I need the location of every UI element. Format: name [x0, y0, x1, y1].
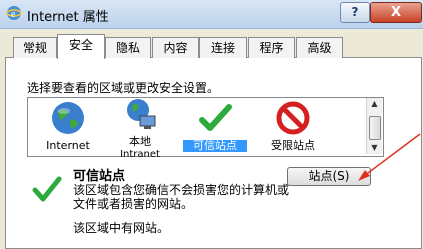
check-icon: [199, 104, 232, 131]
window-title: Internet 属性: [27, 10, 109, 25]
tab-advanced[interactable]: 高级: [296, 37, 343, 58]
zone-internet[interactable]: Internet: [38, 100, 98, 152]
scroll-up-icon[interactable]: ▲: [367, 98, 382, 110]
tab-security[interactable]: 安全: [57, 34, 105, 59]
zone-trusted-label: 可信站点: [183, 140, 247, 152]
svg-text:e: e: [11, 9, 16, 20]
zone-restricted-label: 受限站点: [271, 139, 315, 152]
zone-instruction: 选择要查看的区域或更改安全设置。: [27, 81, 220, 95]
tab-general[interactable]: 常规: [13, 37, 57, 58]
internet-explorer-icon: e: [6, 6, 22, 20]
zone-local-label: 本地: [129, 135, 151, 148]
annotation-arrow: [358, 133, 421, 181]
description-line-1: 该区域包含您确信不会损害您的计算机或: [73, 183, 290, 197]
globe-icon: [52, 102, 84, 134]
tab-privacy[interactable]: 隐私: [105, 37, 151, 58]
tab-content[interactable]: 内容: [152, 37, 199, 58]
zone-sites-note: 该区域中有网站。: [73, 221, 170, 235]
zone-internet-label: Internet: [46, 139, 90, 152]
zone-trusted-sites[interactable]: 可信站点: [183, 100, 247, 152]
tab-programs[interactable]: 程序: [248, 37, 295, 58]
zone-restricted-sites[interactable]: 受限站点: [260, 100, 326, 152]
zone-intranet-label: Intranet: [120, 149, 160, 160]
title-bar: e Internet 属性 ? X: [0, 0, 423, 29]
zone-local-intranet[interactable]: 本地 Intranet: [106, 96, 174, 161]
selected-zone-title: 可信站点: [73, 169, 126, 184]
selected-zone-description: 该区域包含您确信不会损害您的计算机或 文件或者损害的网站。: [73, 183, 289, 211]
trusted-zone-check-icon: [32, 176, 62, 202]
help-button[interactable]: ?: [340, 2, 370, 23]
local-intranet-icon: [127, 99, 156, 129]
tab-connections[interactable]: 连接: [199, 37, 247, 58]
description-line-2: 文件或者损害的网站。: [73, 197, 194, 211]
restricted-icon: [276, 101, 310, 135]
zone-list[interactable]: Internet 本地 Intranet 可信站点 受限站点: [27, 97, 384, 160]
close-button[interactable]: X: [370, 2, 422, 23]
